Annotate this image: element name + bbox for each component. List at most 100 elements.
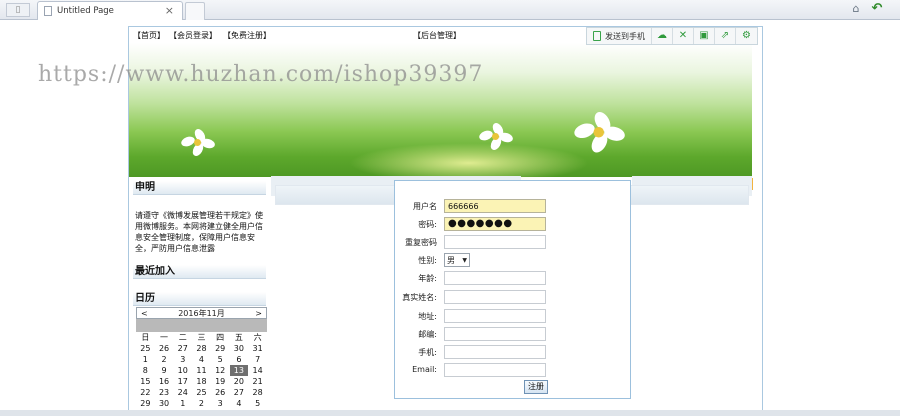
address-input[interactable] [444,309,546,323]
calendar-day[interactable]: 18 [192,376,211,387]
back-arrow-icon[interactable]: ↶ [870,2,884,16]
weekday: 三 [197,333,206,342]
calendar-day[interactable]: 29 [136,398,155,409]
calendar-day-today[interactable]: 13 [229,365,249,376]
phone-input[interactable] [444,345,546,359]
recent-title: 最近加入 [133,265,266,279]
calendar-day[interactable]: 3 [173,354,192,365]
calendar-day[interactable]: 5 [211,354,230,365]
calendar-day[interactable]: 31 [248,343,267,354]
calendar-day[interactable]: 15 [136,376,155,387]
realname-input[interactable] [444,290,546,304]
calendar-day[interactable]: 4 [192,354,211,365]
calendar-day[interactable]: 30 [155,398,174,409]
calendar-day[interactable]: 28 [248,387,267,398]
calendar-week: 25 26 27 28 29 30 31 [136,343,267,354]
username-input[interactable]: 666666 [444,199,546,213]
address-label: 地址: [418,312,437,321]
calendar-day[interactable]: 26 [155,343,174,354]
tab-close-icon[interactable]: × [165,4,174,17]
email-input[interactable] [444,363,546,377]
nav-admin-link[interactable]: 【后台管理】 [413,30,461,41]
address-row: 地址: [395,308,632,324]
sidebar-toggle-button[interactable]: ▯ [6,3,30,17]
calendar-week: 15 16 17 18 19 20 21 [136,376,267,387]
weekday: 四 [216,333,225,342]
calendar-next-button[interactable]: > [255,309,262,318]
calendar-day[interactable]: 24 [173,387,192,398]
calendar-day[interactable]: 27 [230,387,249,398]
calendar-title: 日历 [133,292,266,306]
calendar-grid: 日 一 二 三 四 五 六 25 26 27 28 29 30 31 1 2 3 [136,332,267,409]
notice-text: 请遵守《微博发展管理若干规定》使用微博服务。本网将建立健全用户信息安全管理制度，… [135,211,263,253]
calendar-week: 22 23 24 25 26 27 28 [136,387,267,398]
calendar-day[interactable]: 1 [173,398,192,409]
password-input[interactable]: ●●●●●●● [444,217,546,231]
gender-select[interactable]: 男 ▼ [444,253,470,267]
calendar-day[interactable]: 6 [230,354,249,365]
watermark-text: https://www.huzhan.com/ishop39397 [38,62,484,87]
calendar-day[interactable]: 25 [136,343,155,354]
calendar-day[interactable]: 23 [155,387,174,398]
calendar-day[interactable]: 10 [173,365,192,376]
calendar-day[interactable]: 16 [155,376,174,387]
calendar-day[interactable]: 7 [248,354,267,365]
register-button[interactable]: 注册 [524,380,548,394]
calendar-day[interactable]: 21 [248,376,267,387]
calendar-day[interactable]: 8 [136,365,155,376]
realname-label: 真实姓名: [402,293,437,302]
email-label: Email: [412,365,437,374]
calendar-day[interactable]: 20 [230,376,249,387]
cloud-icon[interactable]: ☁ [652,28,673,44]
calendar-day[interactable]: 25 [192,387,211,398]
home-icon[interactable]: ⌂ [849,2,863,16]
weekday: 一 [160,333,169,342]
calendar-day[interactable]: 30 [230,343,249,354]
notice-title: 申明 [133,181,266,195]
calendar-week: 8 9 10 11 12 13 14 [136,365,267,376]
weekday: 二 [178,333,187,342]
new-tab-button[interactable] [185,2,205,20]
weekday: 六 [253,333,262,342]
chevron-down-icon: ▼ [462,257,467,264]
calendar-prev-button[interactable]: < [141,309,148,318]
nav-login-link[interactable]: 【会员登录】 [169,30,217,41]
calendar-day[interactable]: 4 [230,398,249,409]
calendar-day[interactable]: 11 [192,365,211,376]
calendar-day[interactable]: 29 [211,343,230,354]
age-row: 年龄: [395,270,632,286]
realname-row: 真实姓名: [395,289,632,305]
username-row: 用户名 666666 [395,198,632,214]
send-to-phone-button[interactable]: 发送到手机 [587,28,652,44]
share-icon[interactable]: ⇗ [715,28,736,44]
calendar-day[interactable]: 17 [173,376,192,387]
expand-icon[interactable]: ✕ [673,28,694,44]
calendar-day[interactable]: 5 [248,398,267,409]
calendar: < 2016年11月 > 日 一 二 三 四 五 六 25 26 27 28 2… [136,307,267,409]
calendar-day[interactable]: 27 [173,343,192,354]
gear-icon[interactable]: ⚙ [736,28,757,44]
email-row: Email: [395,362,632,378]
browser-tab[interactable]: Untitled Page × [37,1,183,20]
age-input[interactable] [444,271,546,285]
calendar-day[interactable]: 3 [211,398,230,409]
calendar-day[interactable]: 22 [136,387,155,398]
calendar-day[interactable]: 2 [192,398,211,409]
page-icon [44,6,52,16]
confirm-password-input[interactable] [444,235,546,249]
calendar-day[interactable]: 26 [211,387,230,398]
calendar-day[interactable]: 12 [211,365,230,376]
calendar-day[interactable]: 28 [192,343,211,354]
calendar-day[interactable]: 19 [211,376,230,387]
save-icon[interactable]: ▣ [694,28,715,44]
calendar-header: < 2016年11月 > [136,307,267,319]
postcode-input[interactable] [444,327,546,341]
nav-register-link[interactable]: 【免费注册】 [223,30,271,41]
nav-home-link[interactable]: 【首页】 [133,30,165,41]
calendar-day[interactable]: 14 [248,365,267,376]
calendar-day[interactable]: 2 [155,354,174,365]
share-toolbar: 发送到手机 ☁ ✕ ▣ ⇗ ⚙ [586,27,758,45]
status-bar [0,410,900,416]
calendar-day[interactable]: 1 [136,354,155,365]
calendar-day[interactable]: 9 [155,365,174,376]
